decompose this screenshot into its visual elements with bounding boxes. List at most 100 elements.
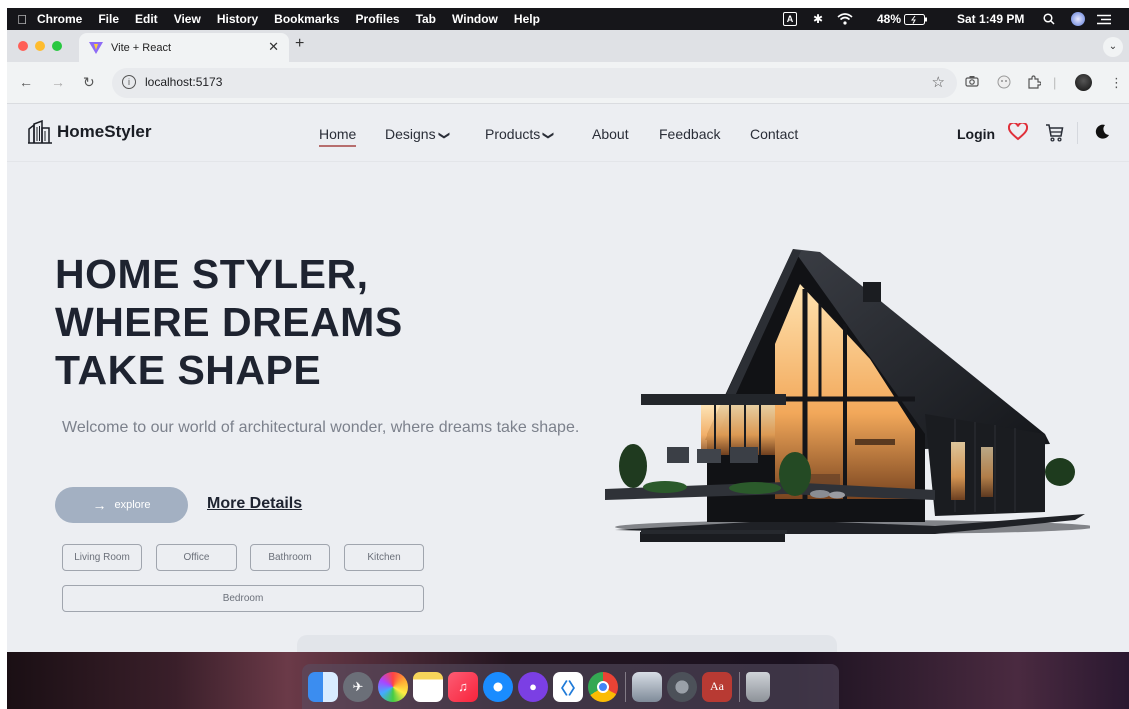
menu-history[interactable]: History (217, 12, 258, 26)
arrow-right-icon: → (92, 497, 107, 513)
menu-window[interactable]: Window (452, 12, 498, 26)
bookmark-star-icon[interactable]: ☆ (932, 73, 945, 91)
nav-contact[interactable]: Contact (750, 126, 798, 142)
nav-about[interactable]: About (592, 126, 629, 142)
chrome-profile-avatar[interactable] (1075, 74, 1092, 91)
menu-tab[interactable]: Tab (416, 12, 436, 26)
menu-view[interactable]: View (174, 12, 201, 26)
address-bar[interactable]: i localhost:5173 ☆ (112, 68, 957, 98)
minimize-window-button[interactable] (35, 41, 45, 51)
battery-status[interactable]: 48% (877, 8, 928, 30)
menu-file[interactable]: File (98, 12, 119, 26)
preview-icon[interactable] (632, 671, 662, 702)
dock-separator (625, 671, 626, 702)
github-desktop-icon[interactable]: ● (518, 671, 548, 702)
chevron-down-icon: ❯ (542, 130, 555, 141)
dictionary-icon-glyph: Aa (710, 679, 724, 693)
macos-dock: ✈ ♫ ● 〈〉 Aa (302, 664, 839, 709)
dock-separator (739, 671, 740, 702)
tab-title: Vite + React (111, 41, 172, 54)
trash-icon[interactable] (746, 671, 770, 702)
close-tab-icon[interactable]: ✕ (268, 39, 279, 55)
new-tab-button[interactable]: + (295, 35, 304, 53)
camera-extension-icon[interactable] (965, 75, 979, 90)
chevron-down-icon: ❯ (437, 130, 450, 141)
macos-menu-bar:  Chrome File Edit View History Bookmark… (7, 8, 1129, 30)
navbar-divider (1077, 122, 1078, 144)
wifi-icon[interactable] (837, 8, 853, 30)
page-scroll-edge (297, 635, 837, 652)
buildings-logo-icon (28, 120, 52, 144)
hero-title-line-2: WHERE DREAMS (55, 299, 403, 345)
battery-percent: 48% (877, 12, 902, 26)
photos-icon[interactable] (378, 671, 408, 702)
menu-bookmarks[interactable]: Bookmarks (274, 12, 339, 26)
hero-title-line-3: TAKE SHAPE (55, 347, 322, 393)
chrome-icon[interactable] (588, 671, 618, 702)
category-chip-office[interactable]: Office (156, 544, 237, 571)
forward-arrow-icon[interactable]: → (51, 74, 65, 90)
explore-button-label: explore (114, 499, 151, 511)
bluetooth-icon[interactable]: ✱ (813, 8, 823, 30)
category-chip-kitchen[interactable]: Kitchen (344, 544, 424, 571)
menu-app-name[interactable]: Chrome (37, 12, 82, 26)
cart-icon[interactable] (1045, 123, 1064, 147)
system-settings-icon[interactable] (667, 671, 697, 702)
nav-products[interactable]: Products ❯ (485, 126, 555, 142)
nav-feedback[interactable]: Feedback (659, 126, 720, 142)
web-page-viewport: HomeStyler Home Designs ❯ Products ❯ About… (7, 104, 1129, 652)
hero-title: HOME STYLER, WHERE DREAMS TAKE SHAPE (55, 250, 403, 394)
extension-face-icon[interactable] (997, 75, 1011, 92)
extensions-puzzle-icon[interactable] (1027, 75, 1042, 92)
finder-icon[interactable] (308, 671, 338, 702)
nav-designs[interactable]: Designs ❯ (385, 126, 450, 142)
apple-menu-icon[interactable]:  (7, 12, 37, 27)
hero-subtitle: Welcome to our world of architectural wo… (62, 419, 580, 436)
control-center-icon[interactable] (1097, 8, 1111, 30)
vscode-icon[interactable]: 〈〉 (552, 671, 584, 702)
close-window-button[interactable] (18, 41, 28, 51)
category-chip-bedroom[interactable]: Bedroom (62, 585, 424, 612)
menubar-clock[interactable]: Sat 1:49 PM (957, 8, 1024, 30)
browser-tab-strip: Vite + React ✕ + ⌄ (7, 30, 1129, 62)
notes-icon[interactable] (413, 671, 443, 702)
menu-profiles[interactable]: Profiles (356, 12, 400, 26)
back-arrow-icon[interactable]: ← (19, 74, 33, 90)
nav-products-label: Products (485, 126, 541, 142)
dictionary-icon[interactable]: Aa (702, 671, 732, 702)
menu-edit[interactable]: Edit (135, 12, 158, 26)
dark-mode-moon-icon[interactable] (1094, 124, 1110, 145)
explore-button[interactable]: → explore (55, 487, 188, 523)
more-details-link[interactable]: More Details (207, 495, 302, 513)
hero-title-line-1: HOME STYLER, (55, 251, 369, 297)
category-chip-bathroom[interactable]: Bathroom (250, 544, 330, 571)
vite-logo-icon (89, 41, 103, 54)
input-source-label: A (783, 12, 797, 26)
tab-search-chevron-icon[interactable]: ⌄ (1103, 37, 1123, 57)
nav-home[interactable]: Home (319, 126, 357, 147)
address-bar-url[interactable]: localhost:5173 (145, 75, 222, 89)
nav-designs-label: Designs (385, 126, 436, 142)
safari-icon[interactable] (483, 671, 513, 702)
site-logo[interactable]: HomeStyler (27, 120, 151, 144)
site-info-icon[interactable]: i (122, 75, 136, 89)
browser-tab-active[interactable]: Vite + React ✕ (79, 33, 289, 62)
zoom-window-button[interactable] (52, 41, 62, 51)
user-profile-menu-icon[interactable] (1071, 8, 1085, 30)
wishlist-heart-icon[interactable] (1007, 121, 1029, 146)
category-chip-living-room[interactable]: Living Room (62, 544, 142, 571)
site-brand-name: HomeStyler (57, 122, 152, 141)
login-link[interactable]: Login (957, 126, 995, 142)
input-source-icon[interactable]: A (783, 8, 797, 30)
reload-icon[interactable]: ↻ (83, 74, 95, 91)
chrome-menu-kebab-icon[interactable]: ⋮ (1110, 75, 1123, 91)
aframe-house-image (605, 249, 1090, 542)
battery-icon (904, 13, 928, 25)
spotlight-search-icon[interactable] (1043, 8, 1055, 30)
browser-toolbar: ← → ↻ i localhost:5173 ☆ | ⋮ (7, 62, 1129, 104)
menu-help[interactable]: Help (514, 12, 540, 26)
toolbar-divider: | (1053, 75, 1057, 90)
launchpad-icon[interactable]: ✈ (343, 671, 373, 702)
music-icon[interactable]: ♫ (448, 671, 478, 702)
site-navbar: HomeStyler Home Designs ❯ Products ❯ About… (7, 104, 1129, 162)
